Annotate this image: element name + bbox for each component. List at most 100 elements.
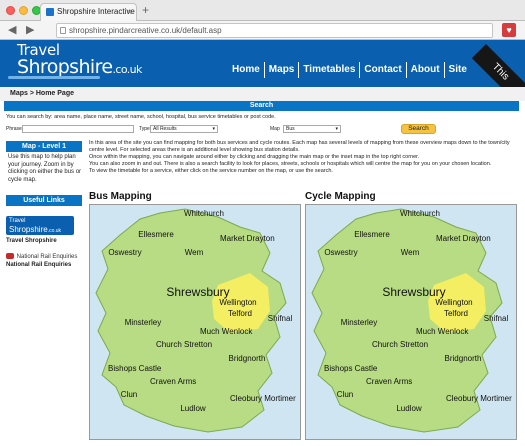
browser-toolbar: ◀ ▶ shropshire.pindarcreative.co.uk/defa… [0,21,525,40]
national-rail-icon [6,253,14,260]
bus-map[interactable]: Whitchurch Ellesmere Market Drayton Oswestr… [89,204,301,440]
back-button[interactable]: ◀ [8,23,16,37]
mini-logo-couk: .co.uk [47,228,62,234]
town-label: Much Wenlock [416,327,469,336]
town-label: Minsterley [124,318,162,327]
tab-close-icon[interactable]: × [127,4,132,20]
travel-shropshire-link[interactable]: Travel Shropshire [6,238,82,244]
type-label: Type [139,126,150,132]
close-window-button[interactable] [6,6,15,15]
type-select-value: All Results [153,126,177,132]
town-label: Ludlow [180,404,206,413]
nav-maps[interactable]: Maps [265,62,300,78]
search-heading: Search [4,101,519,111]
logo-shropshire-text: Shropshire [17,56,113,78]
map-level-heading: Map - Level 1 [6,141,82,152]
bus-mapping-title: Bus Mapping [89,191,152,202]
travel-shropshire-logo[interactable]: Travel Shropshire.co.uk [6,216,74,235]
sidebar: Map - Level 1 Use this map to help plan … [6,141,82,269]
cycle-map[interactable]: Whitchurch Ellesmere Market Drayton Oswestr… [305,204,517,440]
map-select-value: Bus [286,126,295,132]
town-label: Telford [227,309,252,318]
town-label: Craven Arms [150,377,197,386]
town-label: Cleobury Mortimer [446,394,512,403]
intro-paragraph: Once within the mapping, you can navigat… [89,154,420,160]
phrase-label: Phrase [6,126,22,132]
search-button[interactable]: Search [401,124,436,134]
nav-contact[interactable]: Contact [360,62,407,78]
breadcrumb: Maps > Home Page [0,87,525,101]
chevron-down-icon: ▾ [212,126,215,132]
nav-home[interactable]: Home [228,62,265,78]
url-text: shropshire.pindarcreative.co.uk/default.… [69,26,222,35]
intro-text: In this area of the site you can find ma… [89,140,517,175]
tab-title: Shropshire Interactive Maps [57,7,136,16]
town-label: Oswestry [324,248,358,257]
chevron-down-icon: ▾ [335,126,338,132]
cycle-mapping-title: Cycle Mapping [305,191,376,202]
search-form: Phrase Type All Results ▾ Map Bus ▾ Sear… [6,124,516,135]
town-label: Whitchurch [183,209,224,218]
national-rail-logo[interactable]: National Rail Enquiries [6,252,82,262]
town-label: Whitchurch [399,209,440,218]
main-nav: Home Maps Timetables Contact About Site [228,62,471,78]
town-label: Church Stretton [372,340,429,349]
logo-couk: .co.uk [112,63,143,76]
town-label: Clun [336,390,354,399]
town-label: Craven Arms [366,377,413,386]
town-label: Ellesmere [354,230,390,239]
forward-button[interactable]: ▶ [26,23,34,37]
map-label: Map [270,126,280,132]
town-label: Wem [400,248,420,257]
town-label: Wellington [219,298,257,307]
town-label: Clun [120,390,138,399]
intro-paragraph: To view the timetable for a service, eit… [89,168,333,174]
town-label: Cleobury Mortimer [230,394,296,403]
town-label: Oswestry [108,248,142,257]
town-label: Bridgnorth [444,354,482,363]
town-label: Shrewsbury [382,285,446,299]
heart-icon[interactable]: ♥ [502,23,516,37]
minimize-window-button[interactable] [19,6,28,15]
town-label: Wem [184,248,204,257]
town-label: Bridgnorth [228,354,266,363]
mini-logo-shropshire: Shropshire.co.uk [9,225,71,236]
town-label: Ludlow [396,404,422,413]
map-help-text: Use this map to help plan your journey. … [8,154,82,183]
useful-links-heading: Useful Links [6,195,82,206]
phrase-input[interactable] [22,125,134,133]
site-header: Travel Shropshire.co.uk Home Maps Timeta… [0,40,525,87]
town-label: Much Wenlock [200,327,253,336]
town-label: Church Stretton [156,340,213,349]
intro-paragraph: In this area of the site you can find ma… [89,140,510,153]
browser-tabbar: Shropshire Interactive Maps × + [0,0,525,21]
town-label: Shrewsbury [166,285,230,299]
page-icon [60,27,66,34]
town-label: Market Drayton [220,234,275,243]
town-label: Shifnal [483,314,509,323]
town-label: Telford [443,309,468,318]
nav-about[interactable]: About [407,62,445,78]
national-rail-link[interactable]: National Rail Enquiries [6,262,82,269]
map-select[interactable]: Bus ▾ [283,125,341,133]
mini-logo-travel: Travel [9,218,26,224]
logo-swoosh [8,76,100,79]
search-hint: You can search by: area name, place name… [6,114,276,120]
nav-site[interactable]: Site [445,62,471,78]
town-label: Minsterley [340,318,378,327]
town-label: Wellington [435,298,473,307]
town-label: Bishops Castle [324,364,378,373]
address-bar[interactable]: shropshire.pindarcreative.co.uk/default.… [56,23,493,38]
nav-timetables[interactable]: Timetables [299,62,361,78]
site-logo[interactable]: Travel Shropshire.co.uk [17,42,142,79]
browser-tab[interactable]: Shropshire Interactive Maps × [40,3,137,21]
intro-paragraph: You can also zoom in and out. There is a… [89,161,492,167]
mini-logo-shrop-text: Shropshire [9,225,48,234]
town-label: Bishops Castle [108,364,162,373]
nre-logo-text: National Rail Enquiries [16,254,78,260]
new-tab-button[interactable]: + [142,3,149,17]
town-label: Shifnal [267,314,293,323]
favicon-icon [46,8,54,16]
town-label: Ellesmere [138,230,174,239]
type-select[interactable]: All Results ▾ [150,125,218,133]
